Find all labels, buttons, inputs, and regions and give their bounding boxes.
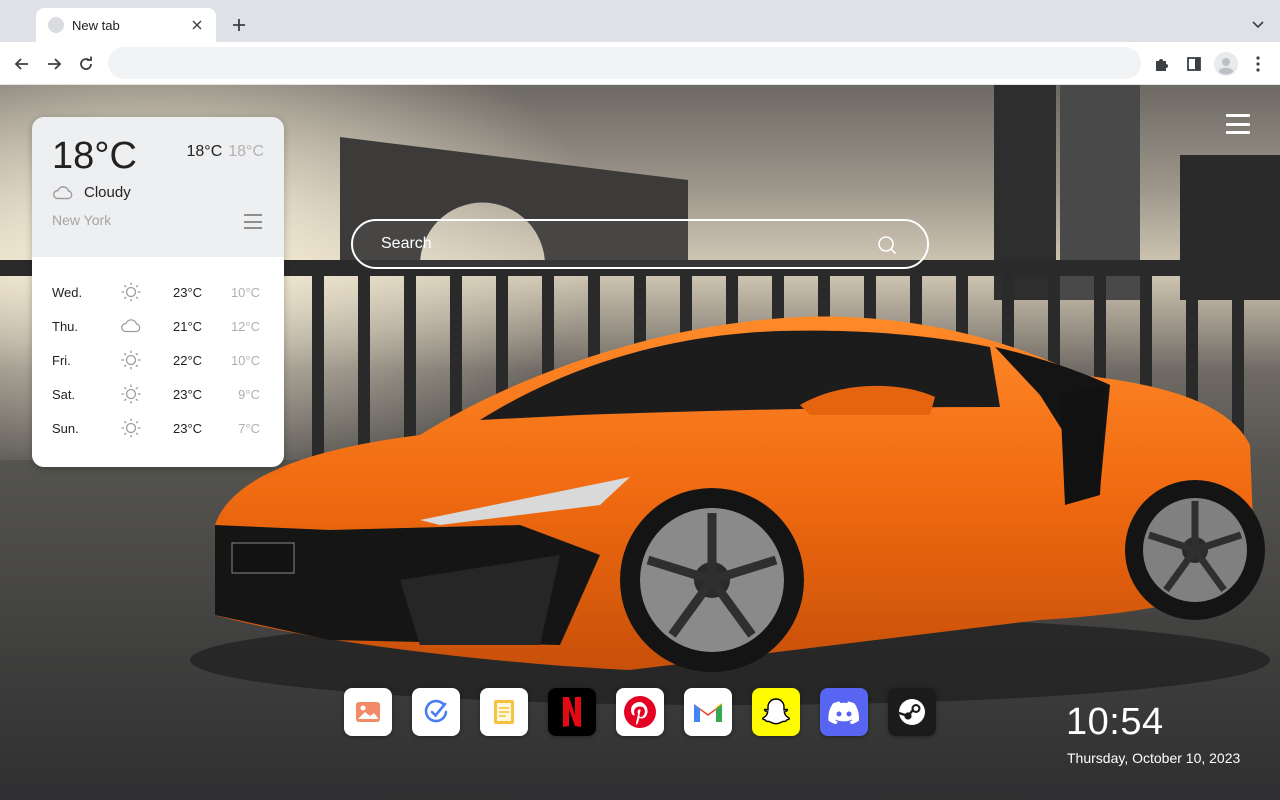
gmail-icon xyxy=(694,703,722,722)
today-low: 18°C xyxy=(228,143,264,160)
weather-widget[interactable]: 18°C 18°C 18°C Cloudy New York Wed. 23°C … xyxy=(32,117,284,467)
netflix-app[interactable] xyxy=(548,688,596,736)
tab-favicon-icon xyxy=(48,17,64,33)
profile-button[interactable] xyxy=(1212,50,1240,78)
forecast-low: 12°C xyxy=(230,318,260,334)
menu-bar xyxy=(1226,122,1250,126)
search-input[interactable] xyxy=(381,221,861,267)
weather-condition: Cloudy xyxy=(52,184,131,201)
address-bar[interactable] xyxy=(108,47,1141,79)
reload-button[interactable] xyxy=(72,50,100,78)
city-name: New York xyxy=(52,212,112,228)
steam-app[interactable] xyxy=(888,688,936,736)
forecast-high: 23°C xyxy=(173,386,203,402)
photos-icon xyxy=(356,702,380,722)
discord-icon xyxy=(828,701,860,724)
chrome-menu-button[interactable] xyxy=(1244,50,1272,78)
sun-icon xyxy=(121,418,141,438)
forecast-row: Wed. 23°C 10°C xyxy=(32,275,284,309)
photos-app[interactable] xyxy=(344,688,392,736)
forecast-day: Fri. xyxy=(52,352,71,368)
tasks-icon xyxy=(424,699,448,723)
forecast-high: 21°C xyxy=(173,318,203,334)
search-icon[interactable] xyxy=(877,235,897,255)
weather-list-button[interactable] xyxy=(244,214,262,229)
forecast-low: 9°C xyxy=(238,386,260,402)
discord-app[interactable] xyxy=(820,688,868,736)
steam-icon xyxy=(898,699,925,725)
back-button[interactable] xyxy=(8,50,36,78)
weather-current: 18°C 18°C 18°C Cloudy New York xyxy=(32,117,284,257)
avatar-icon xyxy=(1214,52,1238,76)
netflix-icon xyxy=(563,697,581,727)
plus-icon xyxy=(233,19,245,31)
tasks-app[interactable] xyxy=(412,688,460,736)
search-box[interactable] xyxy=(351,219,929,269)
forecast-low: 7°C xyxy=(238,420,260,436)
forecast-day: Wed. xyxy=(52,284,83,300)
list-bar xyxy=(244,227,262,229)
forecast-high: 22°C xyxy=(173,352,203,368)
tab-search-button[interactable] xyxy=(1246,13,1270,37)
list-bar xyxy=(244,214,262,216)
side-panel-icon xyxy=(1187,57,1201,71)
condition-label: Cloudy xyxy=(84,184,131,201)
clock-date: Thursday, October 10, 2023 xyxy=(1067,750,1241,766)
forecast-high: 23°C xyxy=(173,420,203,436)
arrow-right-icon xyxy=(48,58,62,70)
forecast-row: Fri. 22°C 10°C xyxy=(32,343,284,377)
sun-icon xyxy=(121,350,141,370)
sun-icon xyxy=(121,384,141,404)
weather-forecast: Wed. 23°C 10°C Thu. 21°C 12°C Fri. 22°C … xyxy=(32,257,284,467)
browser-toolbar xyxy=(0,42,1280,85)
today-high: 18°C xyxy=(186,143,223,160)
forecast-day: Thu. xyxy=(52,318,79,334)
forecast-day: Sun. xyxy=(52,420,79,436)
forecast-row: Sun. 23°C 7°C xyxy=(32,411,284,445)
notes-icon xyxy=(494,700,514,724)
new-tab-page: 18°C 18°C 18°C Cloudy New York Wed. 23°C … xyxy=(0,85,1280,800)
tab-close-button[interactable] xyxy=(188,16,206,34)
snapchat-app[interactable] xyxy=(752,688,800,736)
forecast-high: 23°C xyxy=(173,284,203,300)
tab-new-tab[interactable]: New tab xyxy=(36,8,216,42)
app-dock xyxy=(344,688,936,736)
hamburger-menu-button[interactable] xyxy=(1226,114,1250,134)
puzzle-icon xyxy=(1156,59,1168,71)
side-panel-button[interactable] xyxy=(1180,50,1208,78)
snapchat-icon xyxy=(761,698,791,725)
current-temperature: 18°C xyxy=(52,135,137,177)
reload-icon xyxy=(80,56,92,70)
pinterest-icon xyxy=(624,696,656,728)
forecast-low: 10°C xyxy=(230,284,260,300)
chevron-down-icon xyxy=(1252,21,1264,29)
forecast-low: 10°C xyxy=(230,352,260,368)
list-bar xyxy=(244,220,262,223)
forecast-day: Sat. xyxy=(52,386,76,402)
forward-button[interactable] xyxy=(40,50,68,78)
tab-title: New tab xyxy=(72,17,120,33)
sun-icon xyxy=(121,282,141,302)
pinterest-app[interactable] xyxy=(616,688,664,736)
menu-bar xyxy=(1226,131,1250,134)
new-tab-button[interactable] xyxy=(226,12,252,38)
clock-time: 10:54 xyxy=(1066,701,1164,743)
cloud-icon xyxy=(121,319,141,333)
cloud-icon xyxy=(53,186,73,200)
today-high-low: 18°C 18°C xyxy=(187,143,265,161)
notes-app[interactable] xyxy=(480,688,528,736)
extensions-button[interactable] xyxy=(1148,50,1176,78)
more-vert-icon xyxy=(1256,56,1260,72)
tab-strip: New tab xyxy=(0,0,1280,42)
menu-bar xyxy=(1226,114,1250,117)
forecast-row: Sat. 23°C 9°C xyxy=(32,377,284,411)
close-icon xyxy=(192,20,202,30)
gmail-app[interactable] xyxy=(684,688,732,736)
arrow-left-icon xyxy=(14,58,28,70)
forecast-row: Thu. 21°C 12°C xyxy=(32,309,284,343)
